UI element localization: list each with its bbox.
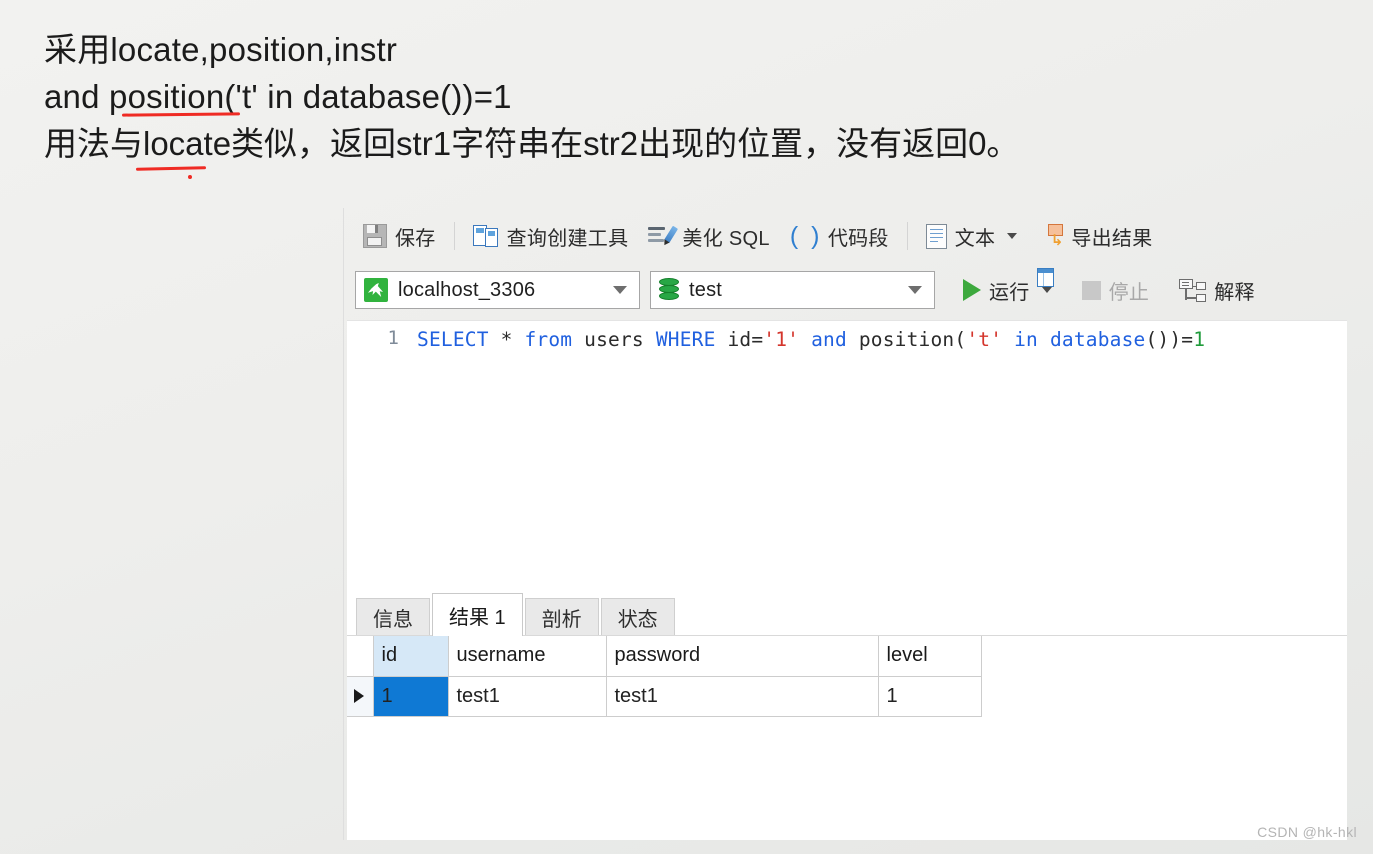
tab-1[interactable]: 信息 bbox=[356, 598, 430, 635]
run-button[interactable]: 运行 bbox=[953, 272, 1062, 309]
server-connection-select[interactable]: localhost_3306 bbox=[355, 271, 640, 309]
annotation-text-block: 采用locate,position,instr and position('t'… bbox=[44, 26, 1264, 167]
row-marker-header bbox=[347, 636, 374, 677]
results-panel: 信息结果 1剖析状态 id username password level bbox=[347, 592, 1347, 840]
database-cylinder-icon bbox=[659, 278, 679, 302]
red-underline-lower bbox=[135, 166, 207, 171]
code-snippet-button[interactable]: ( ) 代码段 bbox=[780, 218, 899, 255]
sql-token-8: and bbox=[811, 328, 847, 351]
toolbar-separator-1 bbox=[453, 222, 455, 250]
sql-token-13 bbox=[1038, 328, 1050, 351]
sql-token-14: database bbox=[1049, 328, 1146, 351]
run-button-label: 运行 bbox=[989, 281, 1030, 304]
sql-token-0: SELECT bbox=[417, 328, 489, 351]
sql-token-9: position( bbox=[846, 328, 967, 351]
database-select[interactable]: test bbox=[650, 271, 935, 309]
sql-token-5: id= bbox=[715, 328, 764, 351]
cell-password[interactable]: test1 bbox=[606, 676, 879, 717]
beautify-sql-button[interactable]: 美化 SQL bbox=[638, 218, 779, 255]
connection-bar: localhost_3306 test 运行 停止 解释 bbox=[343, 264, 1347, 316]
export-results-label: 导出结果 bbox=[1071, 227, 1153, 250]
table-row[interactable]: 1 test1 test1 1 bbox=[347, 676, 982, 717]
sql-token-1: * bbox=[488, 328, 525, 351]
beautify-sql-icon bbox=[648, 225, 679, 247]
code-snippet-label: 代码段 bbox=[827, 227, 889, 250]
sql-token-6: '1' bbox=[763, 328, 800, 351]
sql-token-12: in bbox=[1014, 328, 1038, 351]
stop-icon bbox=[1081, 280, 1101, 300]
annotation-line-1: 采用locate,position,instr bbox=[44, 31, 398, 68]
export-arrow-glyph: ↳ bbox=[1050, 232, 1064, 249]
text-view-chevron-down-icon[interactable] bbox=[1007, 233, 1018, 239]
annotation-line-3: 用法与locate类似，返回str1字符串在str2出现的位置，没有返回0。 bbox=[44, 125, 1020, 162]
sql-token-11 bbox=[1002, 328, 1014, 351]
current-row-triangle-icon bbox=[354, 689, 364, 703]
mysql-dolphin-icon bbox=[364, 278, 388, 302]
save-button[interactable]: 保存 bbox=[353, 218, 446, 255]
database-value: test bbox=[689, 278, 723, 301]
save-icon bbox=[363, 224, 387, 248]
query-toolbar: 保存 查询创建工具 美化 SQL ( ) 代码段 文本 ↳ 导出结果 bbox=[343, 208, 1347, 287]
column-header-password[interactable]: password bbox=[606, 636, 879, 677]
explain-button-label: 解释 bbox=[1214, 281, 1255, 304]
sql-editor[interactable]: 1 SELECT * from users WHERE id='1' and p… bbox=[347, 320, 1347, 592]
server-chevron-down-icon[interactable] bbox=[613, 286, 627, 294]
toolbar-separator-2 bbox=[906, 222, 908, 250]
code-snippet-icon: ( ) bbox=[789, 222, 823, 250]
column-header-username[interactable]: username bbox=[448, 636, 607, 677]
watermark: CSDN @hk-hkl bbox=[1257, 824, 1357, 840]
sql-token-7 bbox=[799, 328, 811, 351]
column-header-id[interactable]: id bbox=[373, 636, 449, 677]
sql-token-16: 1 bbox=[1193, 328, 1206, 351]
red-mark-dot bbox=[187, 174, 193, 180]
save-button-label: 保存 bbox=[395, 227, 436, 250]
text-view-label: 文本 bbox=[954, 227, 996, 250]
cell-level[interactable]: 1 bbox=[878, 676, 982, 717]
tab-3[interactable]: 剖析 bbox=[524, 598, 599, 635]
query-builder-label: 查询创建工具 bbox=[506, 227, 629, 250]
table-header-row: id username password level bbox=[347, 636, 982, 677]
explain-button[interactable]: 解释 bbox=[1169, 272, 1265, 309]
export-results-button[interactable]: ↳ 导出结果 bbox=[1027, 218, 1162, 287]
beautify-sql-label: 美化 SQL bbox=[682, 227, 770, 250]
export-results-icon: ↳ bbox=[1037, 224, 1064, 287]
sql-token-10: 't' bbox=[966, 328, 1003, 351]
tab-2[interactable]: 结果 1 bbox=[432, 593, 523, 636]
database-chevron-down-icon[interactable] bbox=[908, 286, 922, 294]
play-icon bbox=[963, 279, 981, 301]
sql-token-3: users bbox=[572, 328, 656, 351]
column-header-level[interactable]: level bbox=[878, 636, 982, 677]
results-grid[interactable]: id username password level 1 test1 test1… bbox=[347, 636, 1347, 840]
run-chevron-down-icon[interactable] bbox=[1041, 287, 1052, 293]
cell-id[interactable]: 1 bbox=[373, 676, 449, 717]
sql-token-2: from bbox=[524, 328, 573, 351]
explain-plan-icon bbox=[1179, 278, 1207, 302]
results-tabstrip: 信息 结果 1 剖析 状态 bbox=[347, 592, 1347, 636]
editor-gutter: 1 bbox=[347, 321, 411, 592]
server-connection-value: localhost_3306 bbox=[398, 278, 536, 301]
tab-4[interactable]: 状态 bbox=[600, 598, 675, 635]
text-document-icon bbox=[925, 223, 947, 249]
sql-token-4: WHERE bbox=[655, 328, 716, 351]
sql-token-15: ())= bbox=[1145, 328, 1194, 351]
stop-button: 停止 bbox=[1072, 272, 1160, 309]
query-builder-button[interactable]: 查询创建工具 bbox=[463, 218, 639, 255]
results-table: id username password level 1 test1 test1… bbox=[347, 636, 982, 717]
line-number: 1 bbox=[387, 327, 399, 349]
sql-code-line[interactable]: SELECT * from users WHERE id='1' and pos… bbox=[417, 326, 1205, 354]
text-view-button[interactable]: 文本 bbox=[916, 218, 1028, 255]
stop-button-label: 停止 bbox=[1108, 281, 1150, 304]
cell-username[interactable]: test1 bbox=[448, 676, 607, 717]
navicat-query-window: 保存 查询创建工具 美化 SQL ( ) 代码段 文本 ↳ 导出结果 local… bbox=[343, 208, 1347, 840]
row-marker-cell bbox=[347, 676, 374, 717]
query-builder-icon bbox=[472, 224, 499, 248]
